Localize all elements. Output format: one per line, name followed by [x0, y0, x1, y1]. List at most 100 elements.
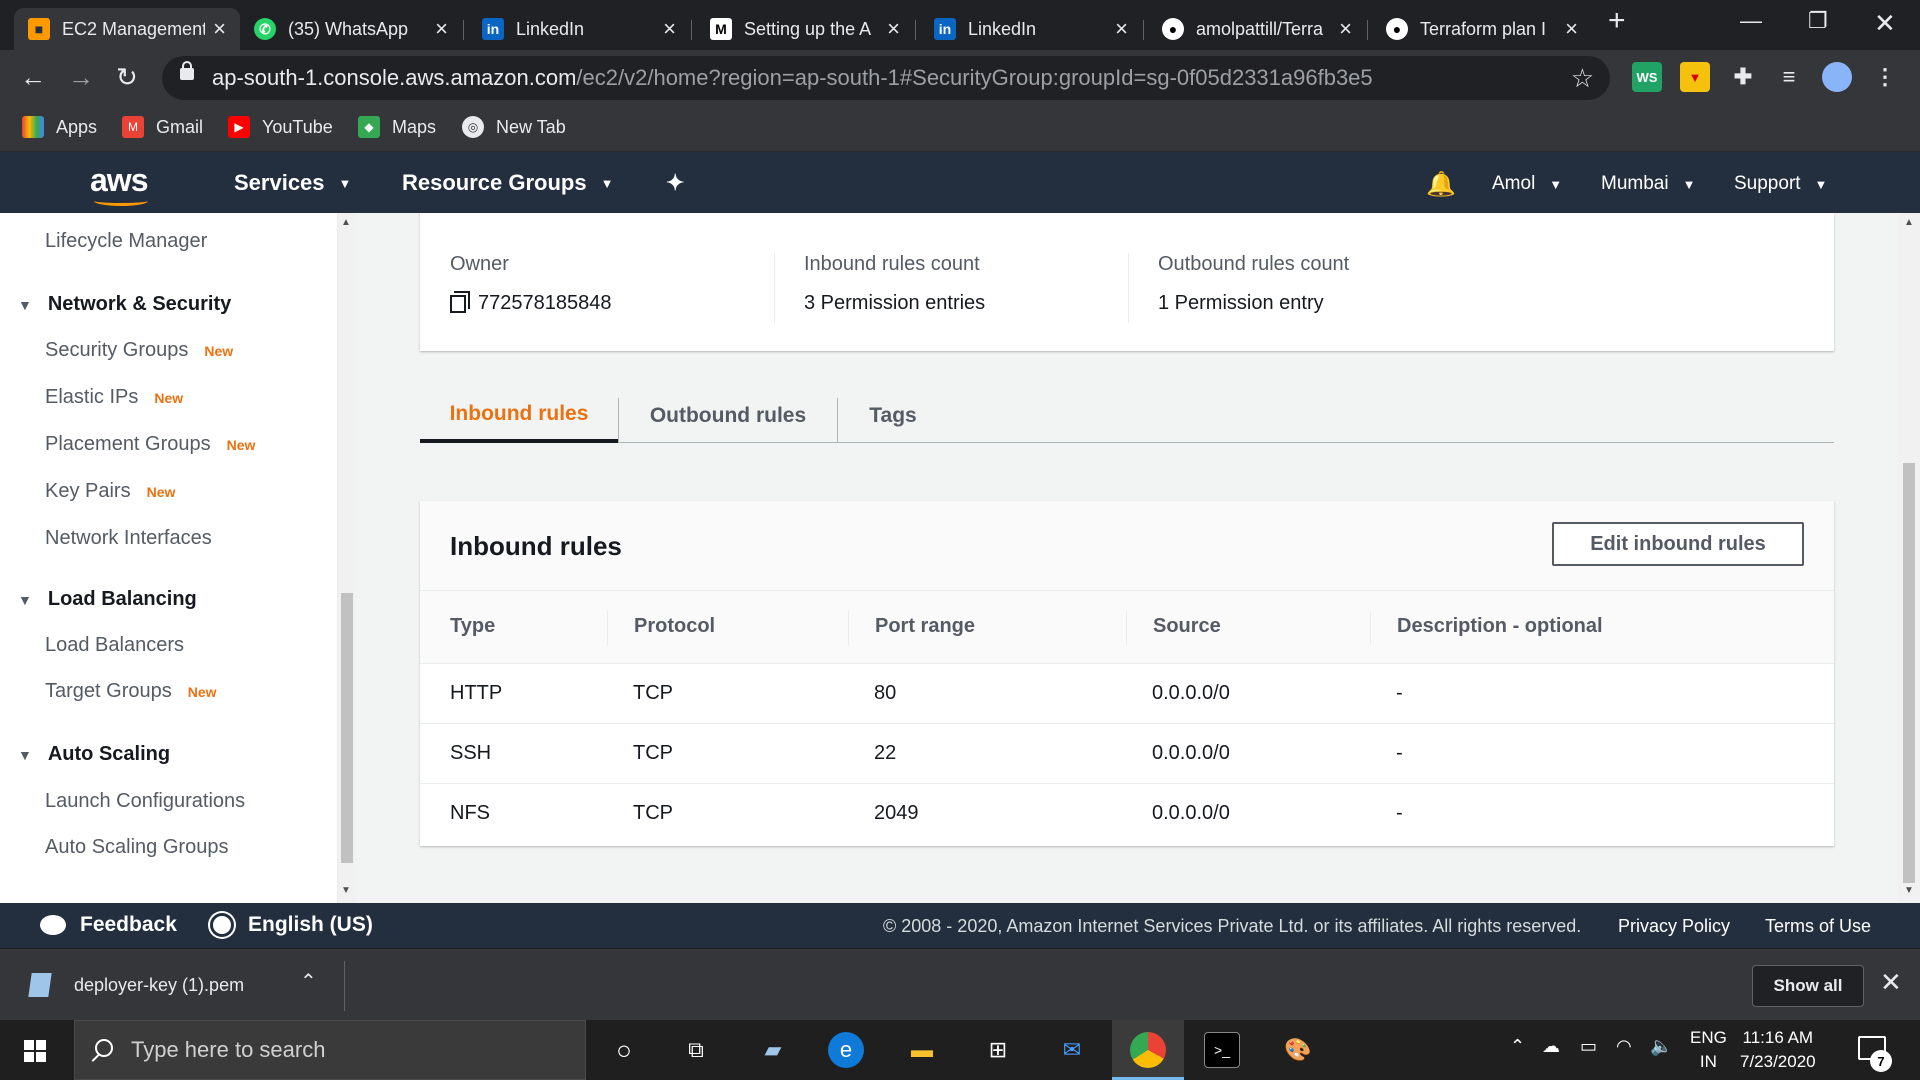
- webstorm-extension-icon[interactable]: WS: [1632, 62, 1662, 92]
- column-header-source[interactable]: Source: [1153, 615, 1221, 638]
- media-queue-icon[interactable]: ≡: [1774, 62, 1804, 92]
- main-scroll-thumb[interactable]: [1903, 463, 1915, 883]
- pin-icon[interactable]: ✦: [666, 170, 684, 196]
- reload-icon[interactable]: ↻: [116, 62, 138, 93]
- microsoft-store-icon[interactable]: ⊞: [980, 1032, 1016, 1068]
- onedrive-cloud-icon[interactable]: ☁: [1542, 1036, 1560, 1057]
- feedback-link[interactable]: Feedback: [40, 913, 177, 937]
- browser-tab-linkedin[interactable]: in LinkedIn ×: [468, 8, 690, 50]
- sidebar-item-auto-scaling-groups[interactable]: Auto Scaling Groups: [45, 836, 228, 859]
- paint-icon[interactable]: 🎨: [1280, 1032, 1316, 1068]
- restore-icon[interactable]: ❐: [1808, 8, 1828, 34]
- extensions-puzzle-icon[interactable]: ✚: [1728, 62, 1758, 92]
- privacy-policy-link[interactable]: Privacy Policy: [1618, 916, 1730, 937]
- show-all-downloads-button[interactable]: Show all: [1752, 965, 1864, 1007]
- main-scrollbar[interactable]: ▲ ▼: [1898, 213, 1920, 903]
- profile-avatar[interactable]: [1822, 62, 1852, 92]
- mail-icon[interactable]: ✉: [1054, 1032, 1090, 1068]
- wifi-icon[interactable]: ◠: [1616, 1036, 1632, 1057]
- column-header-type[interactable]: Type: [450, 615, 495, 638]
- sidebar-scrollbar[interactable]: ▲ ▼: [338, 213, 356, 903]
- sidebar-scroll-thumb[interactable]: [341, 593, 353, 863]
- close-download-shelf-icon[interactable]: ✕: [1880, 967, 1902, 998]
- download-item[interactable]: deployer-key (1).pem: [28, 973, 244, 997]
- browser-tab-github-terraform[interactable]: ● Terraform plan I ×: [1372, 8, 1592, 50]
- back-arrow-icon[interactable]: ←: [20, 62, 46, 93]
- windows-start-icon[interactable]: [24, 1040, 46, 1062]
- cortana-circle-icon[interactable]: ○: [606, 1032, 642, 1068]
- sidebar-section-network-security[interactable]: ▼ Network & Security: [18, 293, 231, 316]
- bookmark-gmail[interactable]: M Gmail: [122, 116, 203, 138]
- sidebar-item-lifecycle-manager[interactable]: Lifecycle Manager: [45, 230, 207, 253]
- tab-inbound-rules[interactable]: Inbound rules: [420, 388, 618, 443]
- support-menu[interactable]: Support ▼: [1734, 173, 1827, 195]
- task-view-icon[interactable]: ⧉: [678, 1032, 714, 1068]
- input-language-indicator[interactable]: ENG IN: [1690, 1026, 1727, 1074]
- close-tab-icon[interactable]: ×: [887, 16, 900, 42]
- browser-tab-ec2[interactable]: ■ EC2 Management ×: [14, 8, 240, 50]
- aws-logo[interactable]: aws: [90, 162, 148, 199]
- tab-outbound-rules[interactable]: Outbound rules: [619, 388, 837, 443]
- scroll-down-icon[interactable]: ▼: [1904, 885, 1914, 896]
- close-window-icon[interactable]: ✕: [1874, 8, 1896, 39]
- show-hidden-icons-chevron[interactable]: ⌃: [1510, 1036, 1525, 1057]
- system-clock[interactable]: 11:16 AM 7/23/2020: [1740, 1026, 1816, 1074]
- close-tab-icon[interactable]: ×: [1115, 16, 1128, 42]
- user-menu[interactable]: Amol ▼: [1492, 173, 1562, 195]
- tab-tags[interactable]: Tags: [838, 388, 948, 443]
- scroll-up-icon[interactable]: ▲: [1904, 217, 1914, 228]
- column-header-description[interactable]: Description - optional: [1397, 615, 1603, 638]
- resource-groups-menu[interactable]: Resource Groups ▼: [402, 170, 613, 196]
- terms-of-use-link[interactable]: Terms of Use: [1765, 916, 1871, 937]
- close-tab-icon[interactable]: ×: [213, 16, 226, 42]
- language-selector[interactable]: English (US): [210, 913, 373, 937]
- sidebar-item-key-pairs[interactable]: Key Pairs New: [45, 480, 175, 503]
- file-explorer-icon[interactable]: ▬: [904, 1032, 940, 1068]
- sidebar-item-elastic-ips[interactable]: Elastic IPs New: [45, 386, 183, 409]
- address-bar[interactable]: ap-south-1.console.aws.amazon.com/ec2/v2…: [162, 56, 1610, 100]
- sidebar-item-target-groups[interactable]: Target Groups New: [45, 680, 217, 703]
- minimize-icon[interactable]: —: [1740, 8, 1762, 34]
- terminal-icon[interactable]: >_: [1204, 1032, 1240, 1068]
- bookmark-apps[interactable]: Apps: [22, 116, 97, 138]
- taskbar-search-box[interactable]: Type here to search: [74, 1020, 586, 1080]
- forward-arrow-icon[interactable]: →: [68, 62, 94, 93]
- browser-tab-linkedin-2[interactable]: in LinkedIn ×: [920, 8, 1142, 50]
- column-header-protocol[interactable]: Protocol: [634, 615, 715, 638]
- volume-icon[interactable]: 🔈: [1650, 1036, 1672, 1057]
- scroll-up-icon[interactable]: ▲: [341, 217, 351, 228]
- bookmark-new-tab[interactable]: ◎ New Tab: [462, 116, 566, 138]
- close-tab-icon[interactable]: ×: [663, 16, 676, 42]
- close-tab-icon[interactable]: ×: [435, 16, 448, 42]
- services-menu[interactable]: Services ▼: [234, 170, 351, 196]
- save-extension-icon[interactable]: ▼: [1680, 62, 1710, 92]
- edge-browser-icon[interactable]: e: [828, 1032, 864, 1068]
- notifications-bell-icon[interactable]: 🔔: [1426, 170, 1456, 199]
- close-tab-icon[interactable]: ×: [1339, 16, 1352, 42]
- pc-app-icon[interactable]: ▰: [755, 1032, 791, 1068]
- battery-icon[interactable]: ▭: [1580, 1036, 1597, 1057]
- chevron-up-icon[interactable]: ⌃: [300, 969, 317, 994]
- chrome-menu-icon[interactable]: ⋮: [1870, 62, 1900, 92]
- copy-icon[interactable]: [450, 290, 470, 313]
- browser-tab-medium[interactable]: M Setting up the A ×: [696, 8, 914, 50]
- sidebar-item-placement-groups[interactable]: Placement Groups New: [45, 433, 255, 456]
- column-header-port-range[interactable]: Port range: [875, 615, 975, 638]
- sidebar-item-load-balancers[interactable]: Load Balancers: [45, 634, 184, 657]
- close-tab-icon[interactable]: ×: [1565, 16, 1578, 42]
- region-menu[interactable]: Mumbai ▼: [1601, 173, 1695, 195]
- edit-inbound-rules-button[interactable]: Edit inbound rules: [1552, 522, 1804, 566]
- bookmark-star-icon[interactable]: ☆: [1571, 63, 1594, 94]
- scroll-down-icon[interactable]: ▼: [341, 885, 351, 896]
- browser-tab-whatsapp[interactable]: ✆ (35) WhatsApp ×: [240, 8, 462, 50]
- chrome-icon[interactable]: [1130, 1032, 1166, 1068]
- sidebar-item-security-groups[interactable]: Security Groups New: [45, 339, 233, 362]
- new-tab-icon[interactable]: +: [1608, 4, 1626, 38]
- bookmark-youtube[interactable]: ▶ YouTube: [228, 116, 333, 138]
- bookmark-maps[interactable]: ◆ Maps: [358, 116, 436, 138]
- sidebar-item-network-interfaces[interactable]: Network Interfaces: [45, 527, 212, 550]
- sidebar-section-auto-scaling[interactable]: ▼ Auto Scaling: [18, 743, 170, 766]
- sidebar-section-load-balancing[interactable]: ▼ Load Balancing: [18, 588, 197, 611]
- sidebar-item-launch-configurations[interactable]: Launch Configurations: [45, 790, 245, 813]
- browser-tab-github-repo[interactable]: ● amolpattill/Terra ×: [1148, 8, 1366, 50]
